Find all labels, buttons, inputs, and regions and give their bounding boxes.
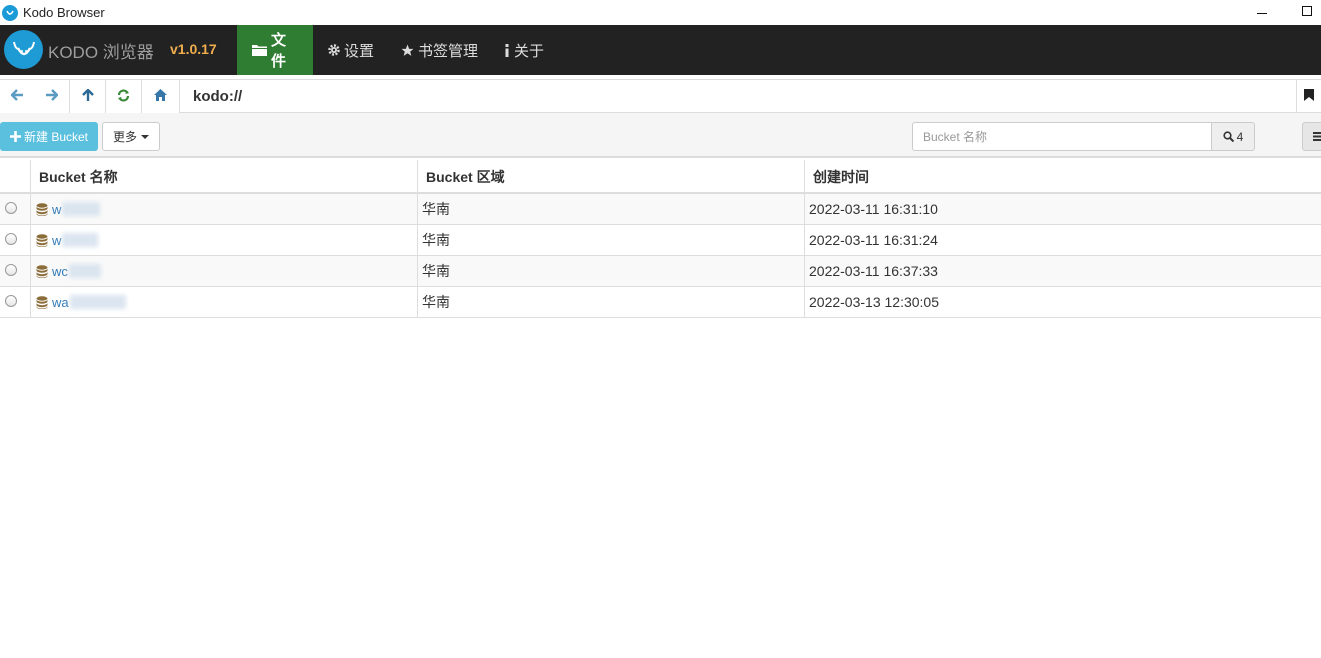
bucket-name-link[interactable]: wc [36, 264, 101, 279]
table-row[interactable]: wc 华南 2022-03-11 16:37:33 [0, 256, 1321, 287]
bucket-region: 华南 [417, 256, 804, 286]
column-header-region[interactable]: Bucket 区域 [417, 160, 804, 194]
table-row[interactable]: w 华南 2022-03-11 16:31:10 [0, 194, 1321, 225]
bucket-table: Bucket 名称 Bucket 区域 创建时间 w 华南 2022-03-11… [0, 160, 1321, 318]
nav-tab-settings[interactable]: 设置 [313, 25, 389, 75]
new-bucket-label: 新建 Bucket [23, 130, 89, 144]
search-icon [1223, 131, 1234, 142]
bucket-name: wc [52, 263, 68, 279]
address-bar: kodo:// [0, 79, 1321, 113]
back-button[interactable] [0, 80, 36, 113]
nav-tab-about[interactable]: 关于 [489, 25, 559, 75]
redacted-text [68, 264, 101, 278]
home-button[interactable] [142, 80, 180, 113]
bucket-name-link[interactable]: w [36, 232, 99, 248]
nav-tab-about-label: 关于 [514, 42, 545, 60]
search-count: 4 [1236, 129, 1244, 144]
arrow-right-icon [45, 89, 59, 104]
database-icon [36, 202, 48, 216]
row-select-radio[interactable] [5, 264, 17, 276]
redacted-text [69, 295, 126, 309]
database-icon [36, 295, 48, 309]
version-badge: v1.0.17 [170, 41, 217, 57]
nav-tab-files[interactable]: 文件 [237, 25, 313, 75]
maximize-button[interactable] [1284, 0, 1321, 22]
bucket-created-time: 2022-03-11 16:31:10 [804, 194, 1321, 224]
column-header-name[interactable]: Bucket 名称 [30, 160, 417, 194]
list-view-button[interactable] [1302, 122, 1321, 151]
home-icon [154, 89, 167, 104]
bucket-name: w [52, 232, 62, 248]
nav-tab-bookmarks[interactable]: 书签管理 [386, 25, 493, 75]
bucket-created-time: 2022-03-11 16:31:24 [804, 225, 1321, 255]
search-count-button[interactable]: 4 [1211, 122, 1255, 151]
bucket-created-time: 2022-03-13 12:30:05 [804, 287, 1321, 317]
bucket-name: w [52, 201, 62, 217]
database-icon [36, 264, 48, 278]
bucket-region: 华南 [417, 225, 804, 255]
list-icon [1313, 129, 1321, 144]
bookmark-button[interactable] [1296, 80, 1321, 113]
table-row[interactable]: wa 华南 2022-03-13 12:30:05 [0, 287, 1321, 318]
star-icon [401, 44, 414, 57]
top-navbar: KODO 浏览器 v1.0.17 文件 设置 书签管理 关于 [0, 25, 1321, 75]
nav-tab-files-label: 文件 [271, 32, 287, 70]
more-label: 更多 [112, 130, 137, 144]
bucket-region: 华南 [417, 287, 804, 317]
minimize-button[interactable] [1239, 0, 1285, 22]
row-select-radio[interactable] [5, 202, 17, 214]
bucket-name-link[interactable]: wa [36, 295, 126, 310]
forward-button[interactable] [34, 80, 70, 113]
row-select-radio[interactable] [5, 295, 17, 307]
caret-down-icon [141, 134, 149, 139]
row-select-radio[interactable] [5, 233, 17, 245]
window-titlebar: Kodo Browser [0, 0, 1321, 25]
folder-icon [252, 44, 267, 56]
brand-name: KODO 浏览器 [48, 43, 154, 62]
nav-tab-settings-label: 设置 [344, 42, 375, 60]
column-header-created[interactable]: 创建时间 [804, 160, 1321, 194]
table-header: Bucket 名称 Bucket 区域 创建时间 [0, 160, 1321, 194]
plus-icon [9, 131, 21, 142]
up-button[interactable] [70, 80, 106, 113]
refresh-icon [117, 88, 130, 105]
database-icon [36, 233, 48, 247]
new-bucket-button[interactable]: 新建 Bucket [0, 122, 98, 151]
bucket-toolbar: 新建 Bucket 更多 4 [0, 113, 1321, 158]
table-row[interactable]: w 华南 2022-03-11 16:31:24 [0, 225, 1321, 256]
bucket-created-time: 2022-03-11 16:37:33 [804, 256, 1321, 286]
window-title: Kodo Browser [23, 5, 105, 20]
arrow-up-icon [81, 87, 94, 105]
bucket-search-input[interactable] [912, 122, 1212, 151]
redacted-text [62, 233, 99, 247]
arrow-left-icon [10, 89, 24, 104]
address-input[interactable]: kodo:// [193, 88, 242, 105]
refresh-button[interactable] [106, 80, 142, 113]
kodo-logo-icon [4, 30, 43, 69]
bucket-name: wa [52, 294, 69, 310]
bookmark-icon [1304, 89, 1314, 104]
more-dropdown-button[interactable]: 更多 [102, 122, 160, 151]
gear-icon [328, 44, 340, 56]
nav-tab-bookmarks-label: 书签管理 [418, 42, 479, 60]
bucket-name-link[interactable]: w [36, 201, 101, 217]
bucket-region: 华南 [417, 194, 804, 224]
redacted-text [62, 202, 101, 216]
info-icon [504, 43, 510, 57]
app-icon [2, 4, 18, 21]
